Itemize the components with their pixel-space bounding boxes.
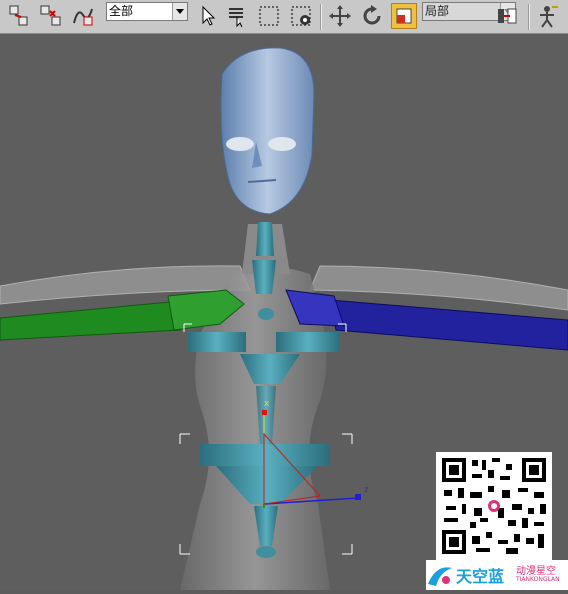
chevron-down-icon [172, 3, 187, 20]
select-and-rotate-icon[interactable] [359, 3, 385, 29]
brand-tagline: 动漫星空 [516, 566, 556, 577]
rectangular-selection-region-icon[interactable] [256, 3, 282, 29]
toolbar-separator [528, 4, 530, 30]
selection-filter-dropdown[interactable]: 全部 [106, 2, 188, 21]
toolbar-separator [320, 4, 322, 30]
axis-x-label: x [264, 399, 270, 409]
select-object-icon[interactable] [195, 3, 221, 29]
select-and-manipulate-icon[interactable] [534, 3, 560, 29]
select-by-name-icon[interactable] [224, 3, 250, 29]
bind-to-space-warp-icon[interactable] [70, 3, 96, 29]
selection-filter-value: 全部 [109, 4, 134, 18]
brand-watermark: 天空蓝 动漫星空 TIANKONGLAN [426, 560, 568, 590]
brand-latin: TIANKONGLAN [516, 576, 560, 583]
brand-name: 天空蓝 [456, 567, 505, 586]
window-crossing-icon[interactable] [288, 3, 314, 29]
axis-z-label: z [364, 485, 369, 495]
select-and-link-icon[interactable] [6, 3, 32, 29]
use-pivot-center-icon[interactable] [494, 3, 520, 29]
select-and-scale-icon[interactable] [391, 3, 417, 29]
select-and-move-icon[interactable] [327, 3, 353, 29]
reference-coordinate-value: 局部 [425, 4, 450, 18]
qr-code [436, 452, 552, 560]
brand-logo-icon [428, 567, 452, 586]
unlink-selection-icon[interactable] [38, 3, 64, 29]
head-mesh [220, 47, 315, 215]
main-toolbar: 全部 局部 [0, 0, 568, 34]
